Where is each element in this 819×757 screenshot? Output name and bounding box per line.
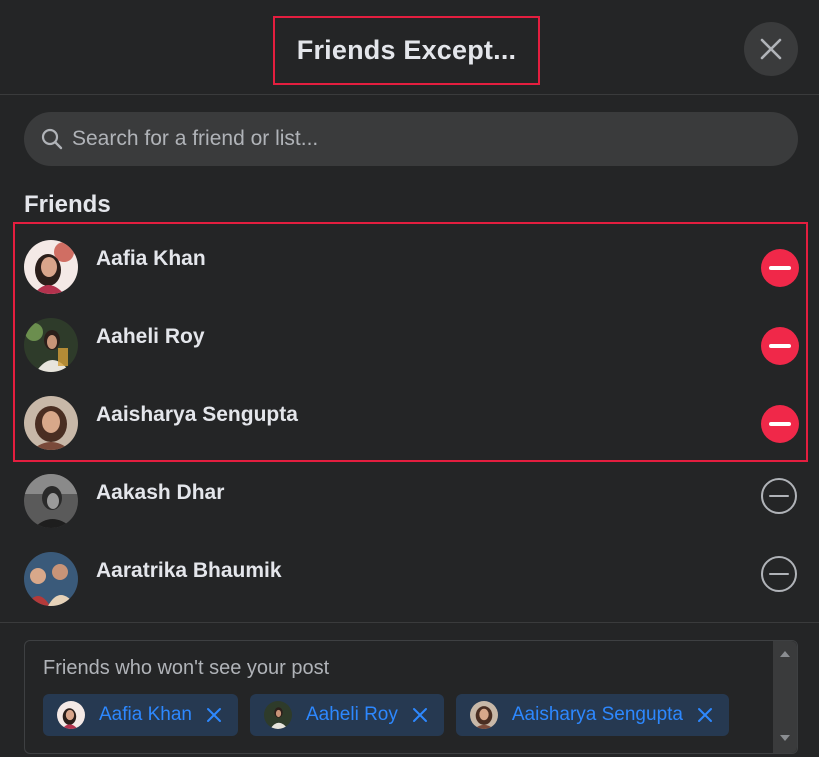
avatar — [469, 701, 498, 729]
friends-section-label: Friends — [24, 191, 111, 218]
friend-row-aaratrika-bhaumik[interactable]: Aaratrika Bhaumik — [0, 540, 819, 618]
avatar — [24, 240, 78, 294]
chip-label: Aaheli Roy — [305, 704, 398, 725]
close-icon[interactable] — [697, 707, 713, 723]
chip-label: Aaisharya Sengupta — [511, 704, 683, 725]
remove-toggle-on[interactable] — [761, 405, 799, 443]
chip-aaisharya-sengupta[interactable]: Aaisharya Sengupta — [455, 694, 729, 736]
friend-name: Aaratrika Bhaumik — [96, 559, 282, 582]
remove-toggle-off[interactable] — [761, 478, 797, 514]
avatar — [24, 474, 78, 528]
search-icon — [40, 127, 64, 151]
excluded-chips: Aafia Khan Aaheli Roy Aaisharya Sengupta — [43, 694, 729, 736]
friend-name: Aaheli Roy — [96, 325, 205, 348]
friend-name: Aakash Dhar — [96, 481, 225, 504]
divider — [0, 622, 819, 623]
chip-aaheli-roy[interactable]: Aaheli Roy — [249, 694, 444, 736]
excluded-friends-panel: Friends who won't see your post Aafia Kh… — [24, 640, 798, 754]
minus-icon — [769, 266, 791, 270]
scrollbar[interactable] — [773, 641, 797, 753]
close-icon[interactable] — [412, 707, 428, 723]
close-button[interactable] — [744, 22, 798, 76]
scroll-down-arrow-icon[interactable] — [780, 735, 790, 741]
remove-toggle-on[interactable] — [761, 249, 799, 287]
avatar — [263, 701, 292, 729]
search-bar[interactable] — [24, 112, 798, 166]
close-icon[interactable] — [206, 707, 222, 723]
dialog-header: Friends Except... — [0, 0, 819, 95]
chip-label: Aafia Khan — [99, 704, 192, 725]
avatar — [57, 701, 85, 729]
minus-icon — [769, 495, 789, 497]
avatar — [24, 396, 78, 450]
excluded-friends-label: Friends who won't see your post — [43, 657, 330, 679]
search-input[interactable] — [72, 112, 798, 166]
friend-name: Aaisharya Sengupta — [96, 403, 298, 426]
remove-toggle-off[interactable] — [761, 556, 797, 592]
friend-row-aafia-khan[interactable]: Aafia Khan — [0, 228, 819, 306]
minus-icon — [769, 573, 789, 575]
dialog-title: Friends Except... — [296, 35, 517, 65]
scroll-up-arrow-icon[interactable] — [780, 651, 790, 657]
avatar — [24, 318, 78, 372]
friend-row-aakash-dhar[interactable]: Aakash Dhar — [0, 462, 819, 540]
friend-row-aaheli-roy[interactable]: Aaheli Roy — [0, 306, 819, 384]
friend-list: Aafia Khan Aaheli Roy Aaisharya Sengupta… — [0, 228, 819, 618]
minus-icon — [769, 422, 791, 426]
minus-icon — [769, 344, 791, 348]
chip-aafia-khan[interactable]: Aafia Khan — [43, 694, 238, 736]
close-icon — [760, 38, 782, 60]
avatar — [24, 552, 78, 606]
friend-name: Aafia Khan — [96, 247, 206, 270]
remove-toggle-on[interactable] — [761, 327, 799, 365]
title-highlight: Friends Except... — [273, 16, 540, 85]
friend-row-aaisharya-sengupta[interactable]: Aaisharya Sengupta — [0, 384, 819, 462]
